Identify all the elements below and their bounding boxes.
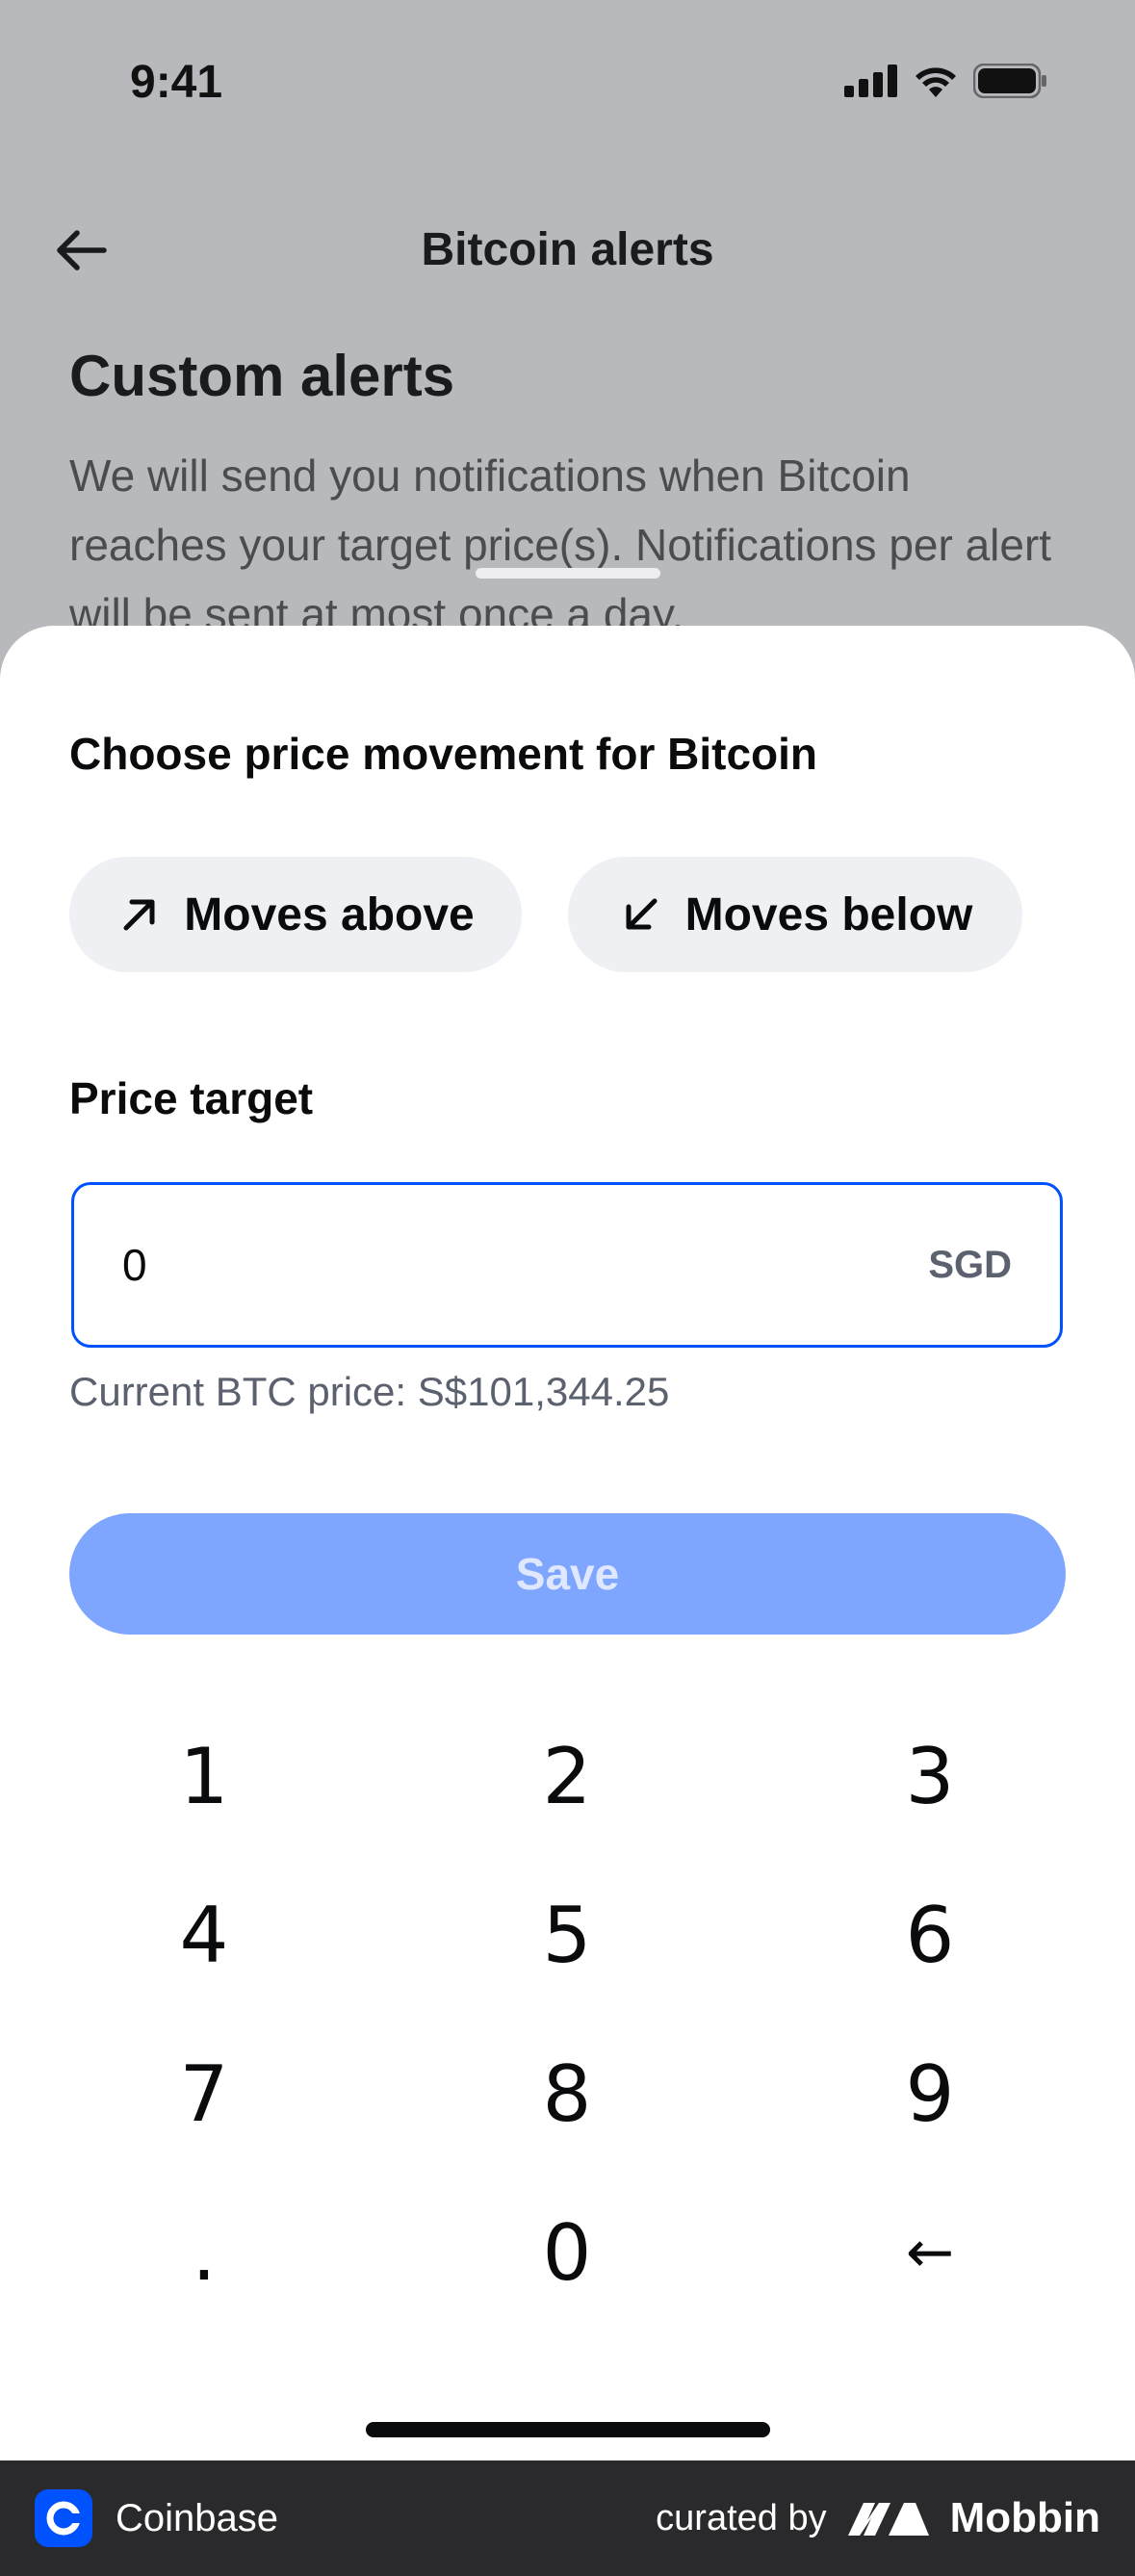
status-bar: 9:41 xyxy=(0,0,1135,144)
section-title: Custom alerts xyxy=(69,344,455,408)
key-0[interactable]: 0 xyxy=(423,2180,711,2325)
key-2[interactable]: 2 xyxy=(423,1704,711,1848)
arrow-down-left-icon xyxy=(626,898,658,930)
price-target-value: 0 xyxy=(122,1240,147,1290)
footer-brand-name: Coinbase xyxy=(116,2496,279,2539)
key-5[interactable]: 5 xyxy=(423,1863,711,2007)
moves-below-label: Moves below xyxy=(684,889,973,940)
sheet-grab-handle[interactable] xyxy=(476,568,660,579)
currency-label: SGD xyxy=(928,1243,1012,1286)
key-decimal[interactable]: . xyxy=(60,2180,348,2325)
price-alert-sheet: Choose price movement for Bitcoin Moves … xyxy=(0,626,1135,2460)
key-3[interactable]: 3 xyxy=(786,1704,1074,1848)
moves-above-option[interactable]: Moves above xyxy=(69,857,522,972)
signal-icon xyxy=(844,64,897,97)
moves-below-option[interactable]: Moves below xyxy=(568,857,1022,972)
arrow-up-right-icon xyxy=(123,899,155,931)
key-1[interactable]: 1 xyxy=(60,1704,348,1848)
price-target-label: Price target xyxy=(69,1073,314,1123)
footer-curator-group: curated by Mobbin xyxy=(656,2494,1100,2542)
key-6[interactable]: 6 xyxy=(786,1863,1074,2007)
home-indicator xyxy=(366,2422,770,2437)
wifi-icon xyxy=(916,67,956,97)
page-title: Bitcoin alerts xyxy=(421,224,714,275)
moves-above-label: Moves above xyxy=(184,889,475,940)
battery-icon xyxy=(973,64,1046,98)
key-backspace[interactable]: ← xyxy=(786,2180,1074,2325)
coinbase-logo-icon xyxy=(35,2489,92,2547)
key-9[interactable]: 9 xyxy=(786,2022,1074,2166)
key-4[interactable]: 4 xyxy=(60,1863,348,2007)
status-time: 9:41 xyxy=(130,57,223,108)
save-button[interactable]: Save xyxy=(69,1513,1066,1635)
curator-name: Mobbin xyxy=(949,2494,1100,2541)
mobbin-logo-icon xyxy=(847,2503,929,2536)
footer-bar: Coinbase curated by Mobbin xyxy=(0,2460,1135,2576)
curated-by-label: curated by xyxy=(656,2497,827,2538)
price-target-input[interactable]: 0 SGD xyxy=(71,1182,1063,1348)
background-page: 9:41 Bitcoin alerts Custom alerts We wil… xyxy=(0,0,1135,674)
key-7[interactable]: 7 xyxy=(60,2022,348,2166)
key-8[interactable]: 8 xyxy=(423,2022,711,2166)
status-icons xyxy=(844,64,1048,98)
current-btc-price: Current BTC price: S$101,344.25 xyxy=(69,1369,670,1414)
sheet-heading: Choose price movement for Bitcoin xyxy=(69,729,818,779)
footer-brand-group: Coinbase xyxy=(35,2489,278,2547)
section-description: We will send you notifications when Bitc… xyxy=(69,451,1052,639)
